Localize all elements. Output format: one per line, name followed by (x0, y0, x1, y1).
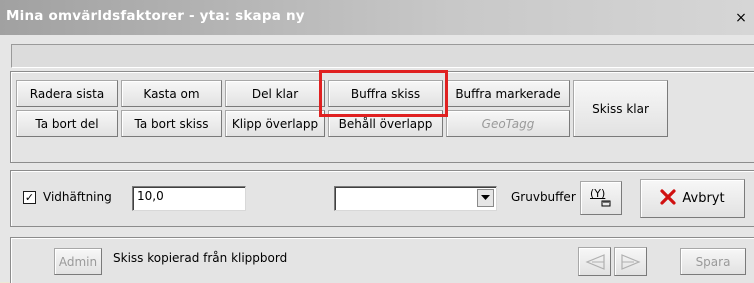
ta-bort-del-button[interactable]: Ta bort del (16, 110, 118, 137)
ta-bort-skiss-button[interactable]: Ta bort skiss (121, 110, 222, 137)
gruvbuffer-label: Gruvbuffer (511, 190, 576, 204)
avbryt-label: Avbryt (682, 191, 725, 206)
close-button[interactable]: × (731, 9, 751, 27)
previous-button[interactable] (578, 247, 611, 276)
kasta-om-button[interactable]: Kasta om (121, 80, 222, 107)
status-message: Skiss kopierad från klippbord (113, 251, 288, 265)
klipp-overlapp-button[interactable]: Klipp överlapp (225, 110, 325, 137)
window-title: Mina omvärldsfaktorer - yta: skapa ny (6, 8, 305, 24)
next-button[interactable] (614, 247, 647, 276)
info-bar (11, 44, 754, 68)
buffra-skiss-button[interactable]: Buffra skiss (328, 80, 443, 107)
vidhaftning-label: Vidhäftning (43, 190, 112, 204)
layer-dropdown[interactable] (334, 186, 497, 211)
dialog-window: Mina omvärldsfaktorer - yta: skapa ny × … (0, 0, 754, 283)
behall-overlapp-button[interactable]: Behåll överlapp (328, 110, 443, 137)
spara-button[interactable]: Spara (680, 248, 746, 275)
radera-sista-button[interactable]: Radera sista (16, 80, 118, 107)
ruler-icon: (Y) (588, 186, 614, 210)
avbryt-button[interactable]: Avbryt (640, 179, 745, 218)
cancel-icon (660, 189, 676, 208)
title-bar: Mina omvärldsfaktorer - yta: skapa ny × (0, 0, 754, 35)
vidhaftning-input[interactable]: 10,0 (132, 186, 246, 211)
arrow-right-icon (620, 253, 641, 270)
gruvbuffer-button[interactable]: (Y) (580, 181, 622, 215)
chevron-down-icon[interactable] (477, 189, 494, 207)
buffra-markerade-button[interactable]: Buffra markerade (446, 80, 570, 107)
del-klar-button[interactable]: Del klar (225, 80, 325, 107)
geotagg-button[interactable]: GeoTagg (446, 110, 570, 137)
arrow-left-icon (584, 253, 605, 270)
admin-button[interactable]: Admin (54, 248, 102, 275)
vidhaftning-checkbox[interactable]: ✓ (23, 191, 36, 204)
skiss-klar-button[interactable]: Skiss klar (573, 80, 668, 137)
